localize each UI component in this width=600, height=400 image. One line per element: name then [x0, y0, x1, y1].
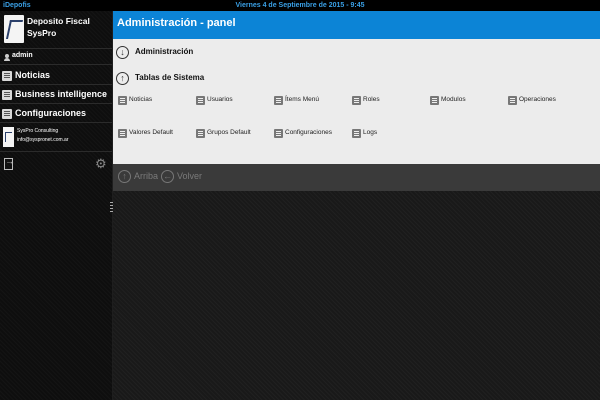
admin-panel: ↓ Administración ↑ Tablas de Sistema Not… — [113, 39, 600, 164]
company-email[interactable]: info@syspronet.com.ar — [17, 137, 68, 143]
sidebar-item-configuraciones[interactable]: Configuraciones — [0, 105, 112, 123]
list-icon — [2, 109, 12, 119]
link-label: Configuraciones — [285, 129, 332, 136]
list-icon — [430, 96, 439, 105]
link-label: Logs — [363, 129, 378, 136]
status-datetime: Viernes 4 de Septiembre de 2015 - 9:45 — [235, 2, 365, 9]
brand: Deposito Fiscal SysPro — [0, 11, 112, 49]
up-label: Arriba — [134, 171, 159, 181]
company-logo — [3, 127, 14, 147]
sidebar-item-noticias[interactable]: Noticias — [0, 67, 112, 85]
link-label: Operaciones — [519, 96, 556, 103]
list-icon — [352, 129, 361, 138]
brand-name: Deposito Fiscal SysPro — [27, 16, 90, 38]
link-label: Ítems Menú — [285, 96, 319, 103]
navigation-bar: ↑ Arriba ← Volver — [113, 164, 600, 191]
list-icon — [2, 71, 12, 81]
sidebar-item-label: Noticias — [15, 70, 51, 80]
user-row[interactable]: admin — [0, 50, 112, 65]
arrow-left-circle-icon: ← — [161, 170, 174, 183]
main-content: Administración - panel ↓ Administración … — [113, 11, 600, 400]
chevron-right-icon: › — [103, 89, 107, 100]
link-label: Roles — [363, 96, 380, 103]
list-icon — [274, 96, 283, 105]
list-icon — [2, 90, 12, 100]
page-header: Administración - panel — [113, 11, 600, 39]
section-label: Tablas de Sistema — [135, 73, 205, 82]
sidebar-item-business-intelligence[interactable]: Business intelligence › — [0, 86, 112, 104]
list-icon — [508, 96, 517, 105]
link-label: Valores Default — [129, 129, 173, 136]
list-icon — [118, 96, 127, 105]
section-label: Administración — [135, 47, 194, 56]
link-label: Grupos Default — [207, 129, 251, 136]
sidebar-item-label: Business intelligence — [15, 89, 108, 99]
link-label: Usuarios — [207, 96, 233, 103]
list-icon — [352, 96, 361, 105]
status-bar: iDepofis Viernes 4 de Septiembre de 2015… — [0, 0, 600, 11]
link-label: Modulos — [441, 96, 466, 103]
page-title: Administración - panel — [117, 17, 236, 29]
arrow-down-circle-icon: ↓ — [116, 46, 129, 59]
logout-icon[interactable] — [4, 156, 14, 170]
brand-logo — [4, 15, 24, 43]
link-label: Noticias — [129, 96, 153, 103]
sidebar: Deposito Fiscal SysPro admin Noticias Bu… — [0, 11, 113, 400]
arrow-up-circle-icon: ↑ — [118, 170, 131, 183]
back-label: Volver — [177, 171, 203, 181]
user-icon — [4, 54, 10, 61]
company-name: SysPro Consulting — [17, 128, 59, 134]
sidebar-item-label: Configuraciones — [15, 108, 87, 118]
gear-icon[interactable]: ⚙ — [95, 157, 107, 170]
company-info: SysPro Consulting info@syspronet.com.ar — [0, 124, 112, 152]
arrow-up-circle-icon: ↑ — [116, 72, 129, 85]
list-icon — [274, 129, 283, 138]
list-icon — [196, 129, 205, 138]
user-name: admin — [12, 52, 33, 59]
list-icon — [118, 129, 127, 138]
list-icon — [196, 96, 205, 105]
